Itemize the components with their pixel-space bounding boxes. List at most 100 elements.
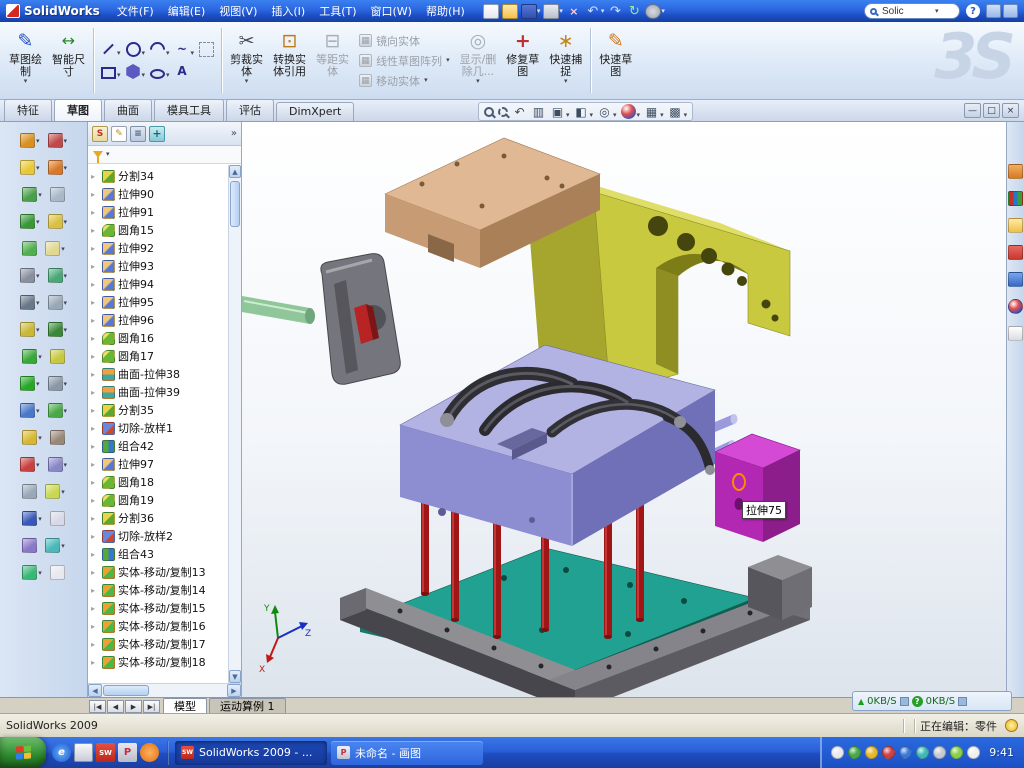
expand-arrow-icon[interactable]: ▸: [91, 262, 99, 271]
meter-help-icon[interactable]: ?: [912, 696, 923, 707]
tree-item[interactable]: ▸组合42: [91, 437, 227, 455]
configurationmanager-tab-icon[interactable]: ≡: [130, 126, 146, 142]
dropdown-arrow-icon[interactable]: ▾: [38, 353, 42, 361]
dropdown-arrow-icon[interactable]: ▾: [36, 461, 40, 469]
tree-item[interactable]: ▸分割36: [91, 509, 227, 527]
menu-item[interactable]: 窗口(W): [364, 1, 419, 21]
left-tool-button[interactable]: ▾: [22, 349, 42, 364]
left-tool-button[interactable]: [50, 349, 65, 364]
previous-view-button[interactable]: ↶: [512, 104, 527, 119]
trim-entities-button[interactable]: ✂剪裁实体▾: [225, 24, 268, 97]
view-settings-button[interactable]: ▩▾: [668, 104, 688, 119]
left-tool-button[interactable]: ▾: [48, 295, 68, 310]
featuremanager-tab-icon[interactable]: S: [92, 126, 108, 142]
search-box[interactable]: ▾: [864, 3, 960, 19]
tray-icon[interactable]: [899, 746, 912, 759]
polygon-tool[interactable]: ▾: [125, 63, 147, 80]
tree-item[interactable]: ▸拉伸93: [91, 257, 227, 275]
expand-arrow-icon[interactable]: ▸: [91, 604, 99, 613]
tree-item[interactable]: ▸拉伸97: [91, 455, 227, 473]
rectangle-tool[interactable]: ▾: [100, 63, 122, 80]
expand-arrow-icon[interactable]: ▸: [91, 334, 99, 343]
left-tool-button[interactable]: ▾: [48, 376, 68, 391]
custom-properties-icon[interactable]: [1008, 326, 1023, 341]
dropdown-arrow-icon[interactable]: ▾: [61, 245, 65, 253]
dropdown-arrow-icon[interactable]: ▾: [24, 78, 28, 85]
expand-arrow-icon[interactable]: ▸: [91, 532, 99, 541]
dropdown-arrow-icon[interactable]: ▾: [36, 137, 40, 145]
open-button[interactable]: [501, 4, 519, 19]
internet-explorer-icon[interactable]: e: [52, 743, 71, 762]
tray-icon[interactable]: [933, 746, 946, 759]
scroll-right-icon[interactable]: ▶: [227, 684, 241, 697]
scroll-up-icon[interactable]: ▲: [229, 165, 241, 178]
tab-草图[interactable]: 草图: [54, 99, 102, 121]
dropdown-arrow-icon[interactable]: ▾: [36, 164, 40, 172]
left-tool-button[interactable]: [22, 538, 37, 553]
fullscreen-icon[interactable]: [1003, 4, 1018, 18]
hide-show-items-button[interactable]: ◎▾: [597, 104, 617, 119]
tab-模型[interactable]: 模型: [163, 698, 207, 713]
dropdown-arrow-icon[interactable]: ▾: [38, 515, 42, 523]
dropdown-arrow-icon[interactable]: ▾: [64, 299, 68, 307]
search-dropdown-icon[interactable]: ▾: [935, 8, 939, 15]
left-tool-button[interactable]: ▾: [45, 241, 65, 256]
show-desktop-icon[interactable]: [74, 743, 93, 762]
left-tool-button[interactable]: ▾: [45, 484, 65, 499]
text-tool[interactable]: A: [174, 63, 191, 80]
left-tool-button[interactable]: ▾: [20, 133, 40, 148]
left-tool-button[interactable]: ▾: [20, 376, 40, 391]
solidworks-icon[interactable]: SW: [96, 743, 115, 762]
expand-arrow-icon[interactable]: ▸: [91, 568, 99, 577]
tree-item[interactable]: ▸实体-移动/复制18: [91, 653, 227, 671]
edit-appearance-button[interactable]: ▾: [621, 104, 641, 119]
expand-arrow-icon[interactable]: ▸: [91, 460, 99, 469]
expand-arrow-icon[interactable]: ▸: [91, 352, 99, 361]
menu-item[interactable]: 文件(F): [110, 1, 161, 21]
expand-arrow-icon[interactable]: ▸: [91, 640, 99, 649]
dropdown-arrow-icon[interactable]: ▾: [166, 72, 170, 79]
menu-item[interactable]: 帮助(H): [419, 1, 472, 21]
left-tool-button[interactable]: ▾: [22, 511, 42, 526]
tray-icon[interactable]: [831, 746, 844, 759]
dropdown-arrow-icon[interactable]: ▾: [36, 407, 40, 415]
expand-arrow-icon[interactable]: ▸: [91, 658, 99, 667]
paint-icon[interactable]: P: [118, 743, 137, 762]
tree-item[interactable]: ▸拉伸91: [91, 203, 227, 221]
expand-arrow-icon[interactable]: ▸: [91, 244, 99, 253]
expand-arrow-icon[interactable]: ▸: [91, 514, 99, 523]
tray-icon[interactable]: [848, 746, 861, 759]
dropdown-arrow-icon[interactable]: ▾: [36, 326, 40, 334]
zoom-fit-button[interactable]: [484, 107, 494, 117]
dropdown-arrow-icon[interactable]: ▾: [142, 72, 146, 79]
tab-模具工具[interactable]: 模具工具: [154, 99, 224, 121]
move-entities-button[interactable]: ▦移动实体▾: [356, 72, 453, 90]
solidworks-resources-icon[interactable]: [1008, 164, 1023, 179]
linear-sketch-pattern-button[interactable]: ▦线性草图阵列▾: [356, 52, 453, 70]
dropdown-arrow-icon[interactable]: ▾: [117, 72, 121, 79]
dropdown-arrow-icon[interactable]: ▾: [64, 137, 68, 145]
left-tool-button[interactable]: [50, 187, 65, 202]
dropdown-arrow-icon[interactable]: ▾: [64, 272, 68, 280]
dropdown-arrow-icon[interactable]: ▾: [424, 77, 428, 84]
dropdown-arrow-icon[interactable]: ▾: [36, 380, 40, 388]
apply-scene-button[interactable]: ▦▾: [644, 104, 664, 119]
left-tool-button[interactable]: ▾: [48, 214, 68, 229]
left-tool-button[interactable]: ▾: [48, 403, 68, 418]
dropdown-arrow-icon[interactable]: ▾: [61, 542, 65, 550]
dropdown-arrow-icon[interactable]: ▾: [613, 112, 617, 119]
quick-snaps-button[interactable]: ∗快速捕捉▾: [544, 24, 587, 97]
redo-button[interactable]: ↷: [606, 4, 624, 19]
expand-arrow-icon[interactable]: ▸: [91, 496, 99, 505]
dropdown-arrow-icon[interactable]: ▾: [64, 380, 68, 388]
tree-item[interactable]: ▸切除-放样1: [91, 419, 227, 437]
display-style-button[interactable]: ◧▾: [574, 104, 594, 119]
panel-chevron-icon[interactable]: »: [231, 128, 237, 139]
minimize-button[interactable]: —: [964, 103, 981, 118]
dropdown-arrow-icon[interactable]: ▾: [476, 78, 480, 85]
expand-arrow-icon[interactable]: ▸: [91, 226, 99, 235]
undo-button[interactable]: ↶▾: [584, 4, 606, 19]
tree-item[interactable]: ▸实体-移动/复制16: [91, 617, 227, 635]
tree-item[interactable]: ▸拉伸95: [91, 293, 227, 311]
view-orientation-button[interactable]: ▣▾: [550, 104, 570, 119]
